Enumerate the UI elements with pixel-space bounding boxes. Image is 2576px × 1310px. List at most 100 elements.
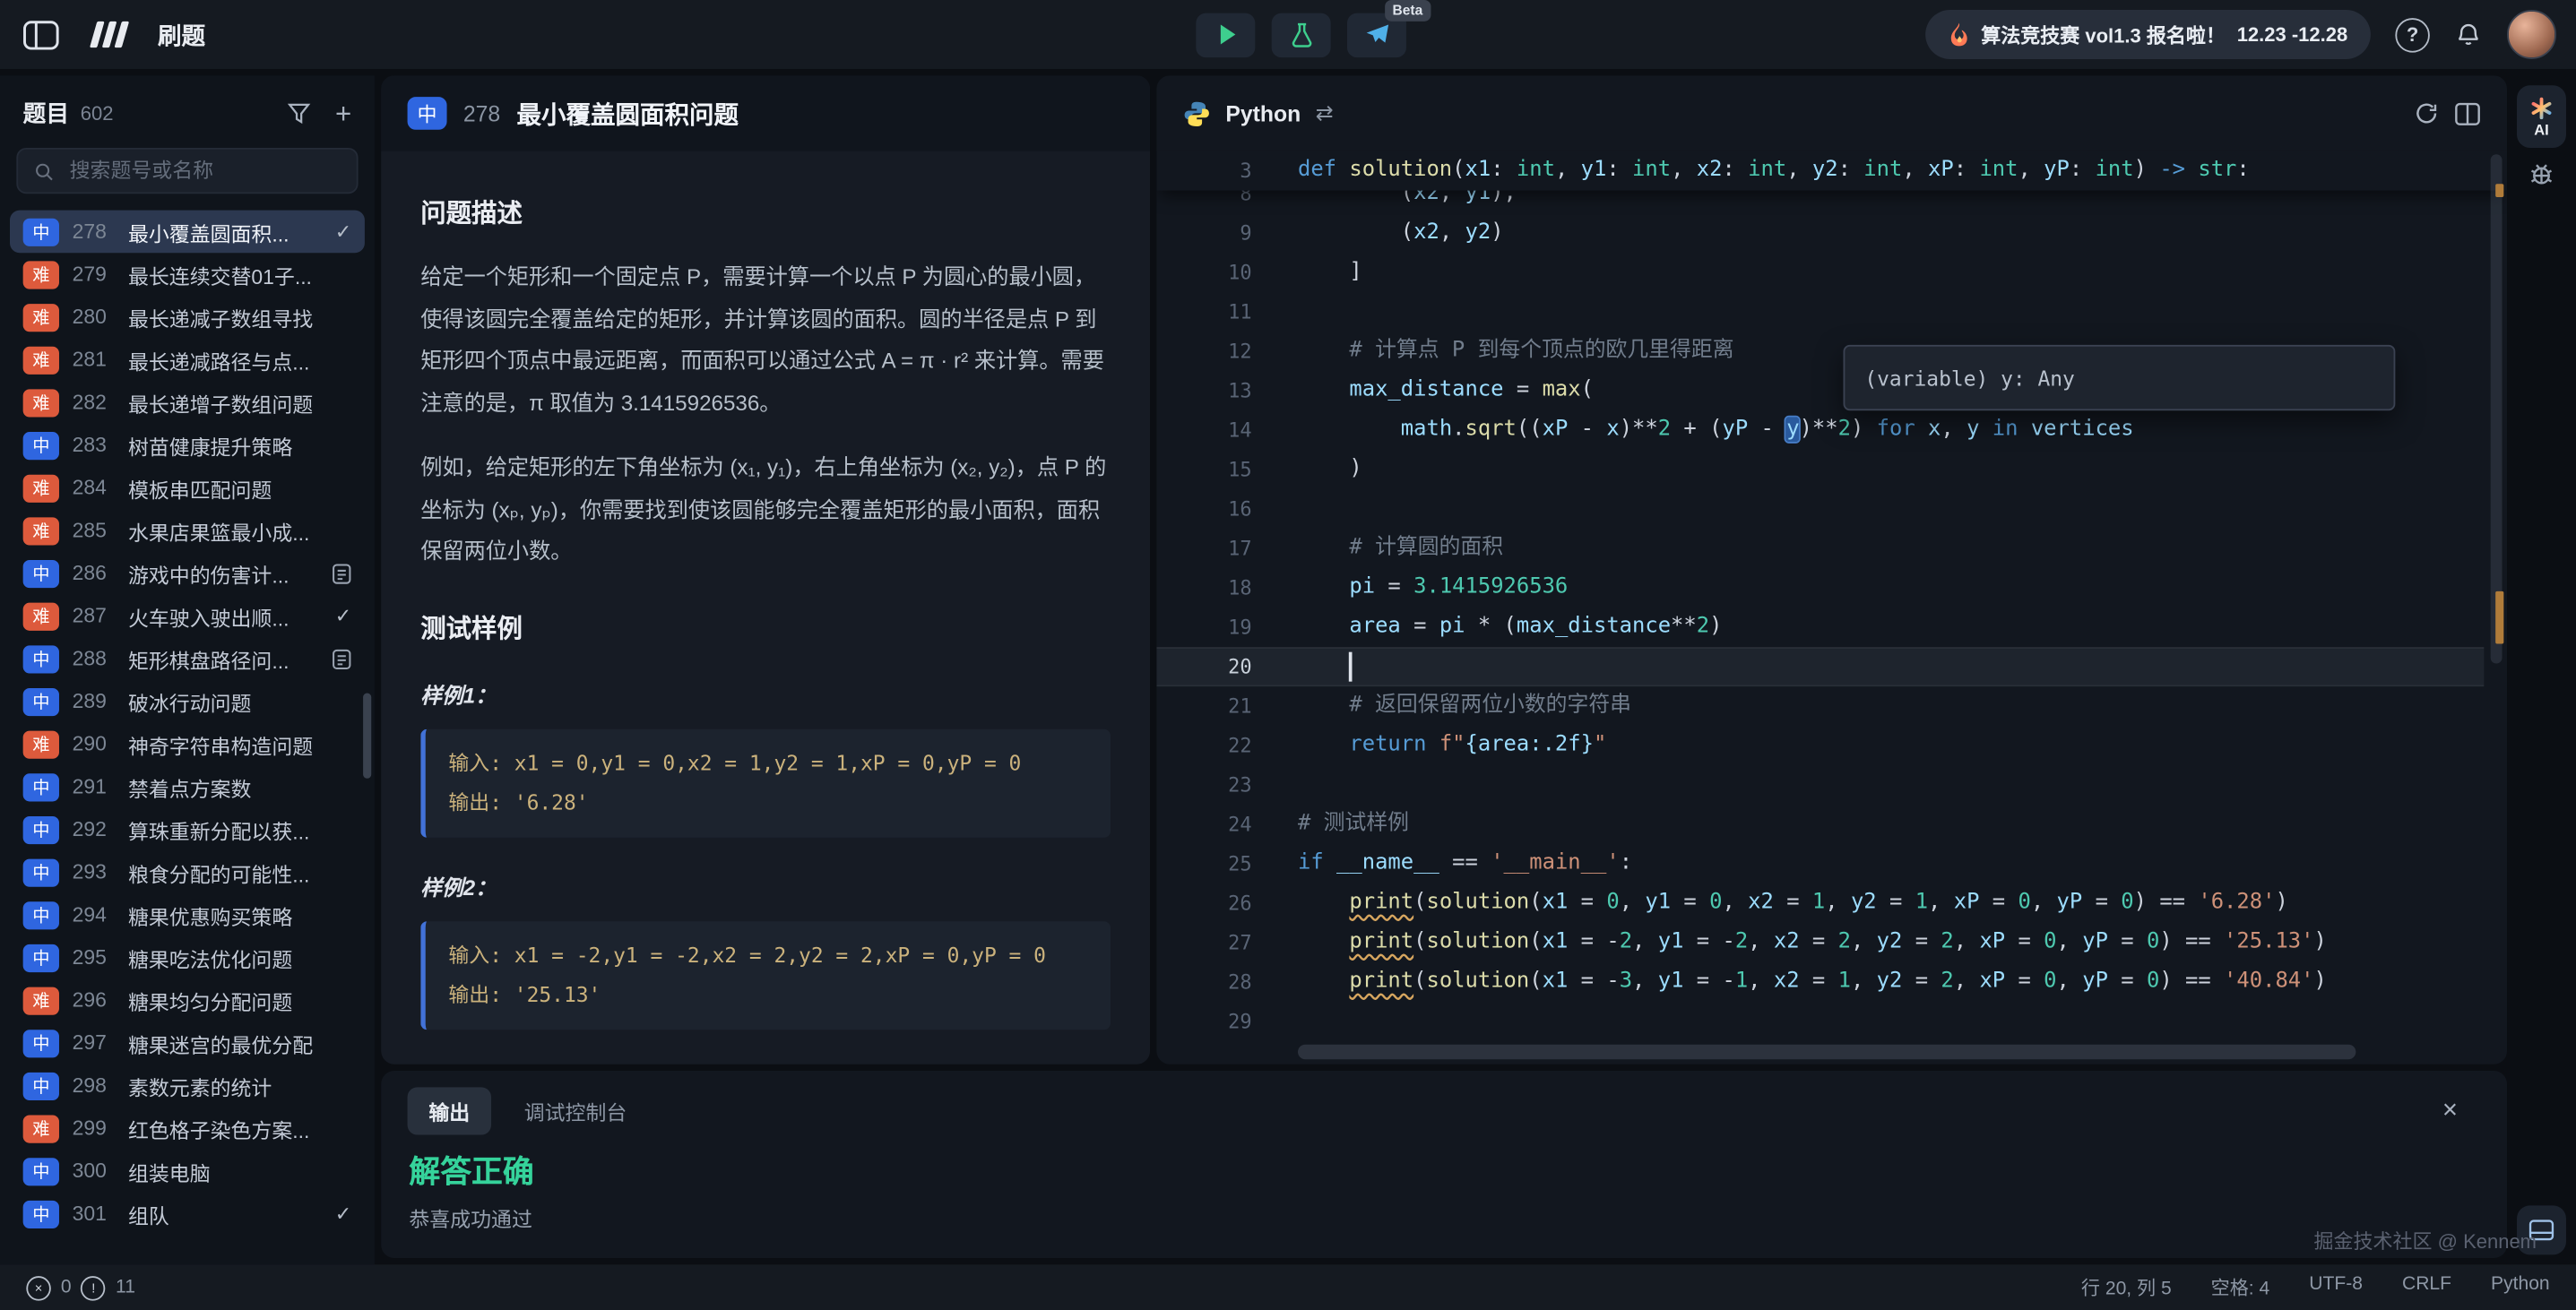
- problem-list-item[interactable]: 中286游戏中的伤害计...: [10, 552, 365, 595]
- statusbar-item-4[interactable]: Python: [2491, 1274, 2550, 1300]
- problem-list-item[interactable]: 难281最长递减路径与点...: [10, 339, 365, 382]
- problem-list-item[interactable]: 难282最长递增子数组问题: [10, 381, 365, 424]
- switch-language-icon[interactable]: ⇄: [1316, 100, 1334, 126]
- problem-list-item[interactable]: 难290神奇字符串构造问题: [10, 722, 365, 765]
- problem-list-item[interactable]: 难285水果店果篮最小成...: [10, 509, 365, 552]
- problem-list-item[interactable]: 难299红色格子染色方案...: [10, 1107, 365, 1150]
- filter-button[interactable]: [288, 102, 311, 125]
- code-line[interactable]: ]: [1298, 253, 2481, 292]
- code-line[interactable]: (x2, y2): [1298, 213, 2481, 253]
- difficulty-badge: 中: [23, 1072, 59, 1099]
- row-status: ✓: [335, 605, 351, 628]
- problem-list-item[interactable]: 难284模板串匹配问题: [10, 467, 365, 510]
- search-input[interactable]: [66, 158, 340, 184]
- add-button[interactable]: +: [335, 99, 351, 127]
- problem-list-item[interactable]: 难280最长递减子数组寻找: [10, 296, 365, 339]
- problem-list-item[interactable]: 中294糖果优惠购买策略: [10, 893, 365, 936]
- code-line[interactable]: [1298, 1002, 2481, 1041]
- solved-check-icon: ✓: [335, 605, 351, 628]
- line-number: 12: [1156, 332, 1251, 371]
- code-line[interactable]: [1298, 647, 2481, 686]
- search-box[interactable]: [16, 148, 358, 194]
- code-line[interactable]: [1298, 292, 2481, 332]
- difficulty-badge: 中: [23, 1029, 59, 1056]
- problem-panel: 中 278 最小覆盖圆面积问题 问题描述 给定一个矩形和一个固定点 P，需要计算…: [381, 75, 1150, 1064]
- problem-list-item[interactable]: 中298素数元素的统计: [10, 1064, 365, 1107]
- vertical-scrollbar[interactable]: [2484, 151, 2507, 1041]
- problem-list-item[interactable]: 中301组队✓: [10, 1193, 365, 1236]
- contest-banner[interactable]: 算法竞技赛 vol1.3 报名啦！ 12.23 -12.28: [1925, 10, 2371, 59]
- code-line[interactable]: pi = 3.1415926536: [1298, 568, 2481, 608]
- code-line[interactable]: print(solution(x1 = -3, y1 = -1, x2 = 1,…: [1298, 962, 2481, 1002]
- tab-调试控制台[interactable]: 调试控制台: [524, 1096, 627, 1127]
- code-line[interactable]: [1298, 765, 2481, 805]
- description-paragraph-1: 给定一个矩形和一个固定点 P，需要计算一个以点 P 为圆心的最小圆，使得该圆完全…: [420, 256, 1111, 424]
- problem-list-item[interactable]: 中293粮食分配的可能性...: [10, 850, 365, 893]
- editor-code-lines: (x2, y1), (x2, y2) ] # 计算点 P 到每个顶点的欧几里得距…: [1298, 174, 2481, 1041]
- sidebar-toggle-icon[interactable]: [23, 19, 59, 50]
- problem-number: 280: [73, 306, 116, 329]
- code-line[interactable]: area = pi * (max_distance**2): [1298, 608, 2481, 647]
- problem-list-item[interactable]: 难296糖果均匀分配问题: [10, 978, 365, 1021]
- difficulty-badge: 中: [23, 644, 59, 672]
- problems-indicator[interactable]: × 0 ! 11: [26, 1275, 135, 1299]
- code-line[interactable]: ): [1298, 450, 2481, 489]
- problem-list-item[interactable]: 中300组装电脑: [10, 1150, 365, 1193]
- notifications-button[interactable]: [2454, 20, 2482, 49]
- line-number: 24: [1156, 805, 1251, 844]
- close-panel-button[interactable]: ×: [2442, 1096, 2481, 1125]
- brand-logo-icon[interactable]: [81, 16, 136, 52]
- problem-list-item[interactable]: 中295糖果吃法优化问题: [10, 936, 365, 979]
- problem-list-item[interactable]: 难279最长连续交替01子...: [10, 253, 365, 296]
- problem-list-item[interactable]: 中289破冰行动问题: [10, 680, 365, 723]
- code-line[interactable]: # 返回保留两位小数的字符串: [1298, 686, 2481, 726]
- problem-list-item[interactable]: 难287火车驶入驶出顺...✓: [10, 595, 365, 638]
- problem-list-item[interactable]: 中278最小覆盖圆面积...✓: [10, 211, 365, 254]
- problem-title: 组队: [128, 1198, 322, 1229]
- sidebar-scrollbar[interactable]: [363, 693, 371, 778]
- help-button[interactable]: ?: [2395, 17, 2429, 51]
- code-line[interactable]: print(solution(x1 = -2, y1 = -2, x2 = 2,…: [1298, 923, 2481, 962]
- problem-list-item[interactable]: 中291禁着点方案数: [10, 765, 365, 808]
- code-line[interactable]: [1298, 489, 2481, 529]
- problem-title: 糖果迷宫的最优分配: [128, 1027, 351, 1058]
- problem-number: 281: [73, 349, 116, 372]
- problem-title: 最长递减子数组寻找: [128, 301, 351, 332]
- problem-number: 282: [73, 391, 116, 414]
- problem-list: 中278最小覆盖圆面积...✓难279最长连续交替01子...难280最长递减子…: [0, 211, 375, 1242]
- split-editor-button[interactable]: [2454, 101, 2480, 125]
- brand-title: 刷题: [158, 17, 205, 51]
- problem-list-item[interactable]: 中288矩形棋盘路径问...: [10, 637, 365, 680]
- tab-输出[interactable]: 输出: [408, 1087, 492, 1134]
- share-button[interactable]: Beta: [1347, 13, 1406, 56]
- problem-list-item[interactable]: 中292算珠重新分配以获...: [10, 808, 365, 851]
- code-line[interactable]: # 计算圆的面积: [1298, 529, 2481, 568]
- code-line[interactable]: print(solution(x1 = 0, y1 = 0, x2 = 1, y…: [1298, 883, 2481, 923]
- code-area[interactable]: 8910111213141516171819202122232425262728…: [1156, 151, 2507, 1064]
- ai-assistant-button[interactable]: AI: [2517, 85, 2566, 148]
- debug-button[interactable]: [2507, 161, 2576, 187]
- statusbar-item-0[interactable]: 行 20, 列 5: [2081, 1274, 2172, 1300]
- problem-list-item[interactable]: 中297糖果迷宫的最优分配: [10, 1021, 365, 1064]
- top-navbar: 刷题 Beta 算法竞技赛 vol1.3 报名啦！ 12.23 -12.28 ?: [0, 0, 2576, 69]
- code-line[interactable]: # 测试样例: [1298, 805, 2481, 844]
- problem-list-item[interactable]: 中283树苗健康提升策略: [10, 424, 365, 467]
- code-line[interactable]: math.sqrt((xP - x)**2 + (yP - y)**2) for…: [1298, 410, 2481, 450]
- problem-description: 问题描述 给定一个矩形和一个固定点 P，需要计算一个以点 P 为圆心的最小圆，使…: [381, 151, 1150, 1046]
- statusbar-item-1[interactable]: 空格: 4: [2211, 1274, 2270, 1300]
- reset-code-button[interactable]: [2414, 100, 2440, 126]
- statusbar-item-3[interactable]: CRLF: [2402, 1274, 2451, 1300]
- problem-title: 糖果均匀分配问题: [128, 985, 351, 1016]
- statusbar-item-2[interactable]: UTF-8: [2309, 1274, 2363, 1300]
- problem-title: 最小覆盖圆面积问题: [517, 96, 739, 130]
- ai-label: AI: [2534, 121, 2548, 137]
- run-button[interactable]: [1196, 13, 1255, 56]
- code-line[interactable]: return f"{area:.2f}": [1298, 726, 2481, 765]
- user-avatar[interactable]: [2507, 10, 2556, 59]
- warnings-icon: !: [82, 1275, 106, 1299]
- bell-icon: [2454, 20, 2482, 49]
- code-line[interactable]: if __name__ == '__main__':: [1298, 844, 2481, 883]
- test-button[interactable]: [1272, 13, 1331, 56]
- problem-number: 293: [73, 860, 116, 883]
- horizontal-scrollbar[interactable]: [1298, 1045, 2448, 1059]
